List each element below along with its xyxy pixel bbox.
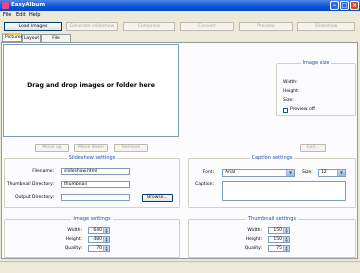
thumb-width-value: 150: [273, 228, 282, 233]
thumb-width-stepper[interactable]: 150 ▲ ▼: [268, 227, 290, 234]
generate-slideshow-button[interactable]: Generate slideshow: [66, 22, 118, 31]
spin-arrows-icon[interactable]: ▲ ▼: [103, 246, 109, 251]
spin-arrows-icon[interactable]: ▲ ▼: [283, 237, 289, 242]
size-select[interactable]: 12 ▼: [318, 169, 346, 177]
exif-button[interactable]: Exif...: [300, 144, 326, 152]
convert-button[interactable]: Convert: [180, 22, 234, 31]
compress-button[interactable]: Compress: [123, 22, 175, 31]
preview-button[interactable]: Preview: [239, 22, 293, 31]
image-height-stepper[interactable]: 480 ▲ ▼: [88, 236, 110, 243]
preview-off-checkbox[interactable]: [283, 108, 288, 113]
maximize-button[interactable]: □: [340, 1, 349, 10]
browse-button[interactable]: Browse...: [142, 194, 173, 202]
window-title: EasyAlbum: [11, 2, 46, 8]
font-select-value: Arial: [225, 170, 236, 175]
thumb-width-label: Width:: [247, 228, 262, 233]
size-select-value: 12: [321, 170, 327, 175]
spin-arrows-icon[interactable]: ▲ ▼: [103, 237, 109, 242]
image-drop-area[interactable]: Drag and drop images or folder here: [3, 44, 179, 137]
preview-off-label: Preview off: [290, 107, 315, 112]
tab-pictures[interactable]: Pictures: [2, 33, 23, 42]
image-size-title: Image size: [300, 60, 332, 66]
caption-textarea[interactable]: [222, 181, 346, 201]
toolbar: Load Images Generate slideshow Compress …: [0, 20, 360, 33]
slideshow-button[interactable]: Slideshow: [297, 22, 355, 31]
menu-edit[interactable]: Edit: [16, 12, 26, 18]
image-height-setting-label: Height:: [65, 237, 82, 242]
chevron-down-icon: ▼: [337, 170, 345, 176]
caption-label: Caption:: [195, 182, 214, 187]
thumb-quality-label: Quality:: [244, 246, 262, 251]
close-button[interactable]: ×: [350, 1, 359, 10]
spin-arrows-icon[interactable]: ▲ ▼: [103, 228, 109, 233]
font-select[interactable]: Arial ▼: [222, 169, 295, 177]
move-up-button[interactable]: Move up: [35, 144, 69, 152]
filename-input[interactable]: slideshow.html: [61, 168, 130, 175]
menu-help[interactable]: Help: [29, 12, 40, 18]
size-label: Size:: [302, 170, 313, 175]
chevron-down-icon: ▼: [286, 170, 294, 176]
image-quality-stepper[interactable]: 70 ▲ ▼: [88, 245, 110, 252]
image-width-label: Width:: [283, 80, 298, 85]
image-quality-label: Quality:: [64, 246, 82, 251]
thumbnail-directory-label: Thumbnail Directory:: [6, 182, 54, 187]
menu-file[interactable]: File: [3, 12, 11, 18]
tab-file-manager[interactable]: File manager: [41, 34, 71, 48]
output-directory-label: Output Directory:: [15, 195, 54, 200]
image-quality-value: 70: [96, 246, 102, 251]
thumb-height-value: 150: [273, 237, 282, 242]
image-width-setting-label: Width:: [67, 228, 82, 233]
tab-layout[interactable]: Layout: [22, 34, 41, 42]
title-bar[interactable]: EasyAlbum – □ ×: [0, 0, 360, 11]
app-icon: [2, 2, 9, 9]
slideshow-settings-title: Slideshow settings: [66, 155, 118, 161]
image-size-label: Size:: [283, 98, 294, 103]
thumb-quality-stepper[interactable]: 75 ▲ ▼: [268, 245, 290, 252]
menu-bar: File Edit Help: [0, 11, 360, 20]
thumb-height-label: Height:: [245, 237, 262, 242]
status-bar: [0, 261, 360, 273]
caption-settings-title: Caption settings: [249, 155, 295, 161]
minimize-button[interactable]: –: [330, 1, 339, 10]
image-height-value: 480: [93, 237, 102, 242]
app-window: EasyAlbum – □ × File Edit Help Load Imag…: [0, 0, 360, 273]
image-width-stepper[interactable]: 640 ▲ ▼: [88, 227, 110, 234]
load-images-button[interactable]: Load Images: [4, 22, 62, 31]
thumbnail-settings-title: Thumbnail settings: [246, 216, 298, 222]
remove-button[interactable]: Remove: [114, 144, 148, 152]
image-height-label: Height:: [283, 89, 300, 94]
font-label: Font:: [202, 170, 214, 175]
thumb-quality-value: 75: [276, 246, 282, 251]
move-down-button[interactable]: Move down: [74, 144, 108, 152]
drop-area-text: Drag and drop images or folder here: [27, 82, 155, 89]
spin-arrows-icon[interactable]: ▲ ▼: [283, 246, 289, 251]
spin-arrows-icon[interactable]: ▲ ▼: [283, 228, 289, 233]
thumb-height-stepper[interactable]: 150 ▲ ▼: [268, 236, 290, 243]
thumbnail-directory-input[interactable]: thumbnail: [61, 181, 130, 188]
output-directory-input[interactable]: [61, 194, 130, 201]
image-width-value: 640: [93, 228, 102, 233]
filename-label: Filename:: [32, 169, 54, 174]
image-settings-title: Image settings: [71, 216, 113, 222]
